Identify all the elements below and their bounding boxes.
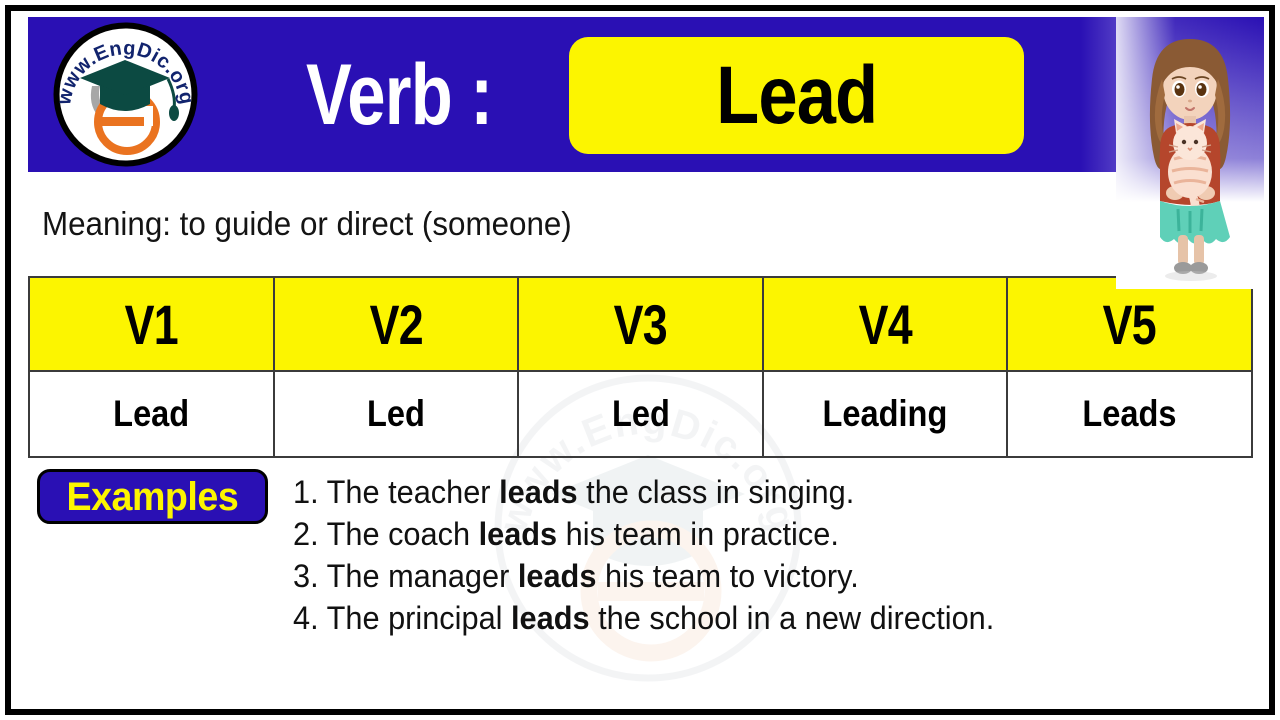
verb-form-v2: Led: [272, 370, 520, 458]
example-number: 3.: [293, 558, 319, 595]
column-header-v2: V2: [272, 276, 520, 372]
example-text-before: The principal: [318, 600, 512, 637]
verb-form-v4: Leading: [761, 370, 1009, 458]
table-row: Lead Led Led Leading Leads: [28, 370, 1253, 458]
example-item: 3. The manager leads his team to victory…: [293, 555, 1225, 597]
example-keyword: leads: [478, 516, 558, 553]
example-text-before: The teacher: [318, 474, 500, 510]
verb-word: Lead: [715, 49, 878, 141]
table-header-row: V1 V2 V3 V4 V5: [28, 276, 1253, 372]
example-text-before: The manager: [318, 558, 518, 595]
column-header-v5: V5: [1006, 276, 1253, 372]
example-text-after: his team to victory.: [596, 558, 859, 595]
example-item: 1. The teacher leads the class in singin…: [293, 471, 1225, 513]
example-number: 2.: [293, 516, 319, 553]
engdic-logo[interactable]: www.EngDic.org: [48, 18, 203, 171]
example-keyword: leads: [517, 558, 597, 595]
example-number: 1.: [293, 474, 319, 510]
column-header-v3: V3: [517, 276, 764, 372]
example-text-after: his team in practice.: [557, 516, 839, 553]
poster-frame: www.EngDic.org Verb: Lead Meaning: to g…: [5, 5, 1275, 715]
meaning-text: Meaning: to guide or direct (someone): [42, 205, 572, 242]
verb-word-box: Lead: [569, 37, 1024, 154]
verb-form-v3: Led: [517, 370, 764, 458]
example-item: 2. The coach leads his team in practice.: [293, 513, 1225, 555]
header-band-fade: [1043, 17, 1253, 172]
page-root: www.EngDic.org Verb: Lead Meaning: to g…: [0, 0, 1280, 720]
header-band: www.EngDic.org Verb: Lead: [28, 17, 1253, 172]
example-text-before: The coach: [318, 516, 479, 553]
meaning-row: Meaning: to guide or direct (someone): [28, 172, 1264, 276]
example-keyword: leads: [499, 474, 578, 510]
example-item: 4. The principal leads the school in a n…: [293, 597, 1225, 639]
examples-section: Examples 1. The teacher leads the class …: [28, 458, 1264, 639]
examples-badge: Examples: [37, 469, 268, 524]
verb-form-v5: Leads: [1006, 370, 1253, 458]
poster-inner: www.EngDic.org Verb: Lead Meaning: to g…: [11, 11, 1269, 709]
examples-list: 1. The teacher leads the class in singin…: [268, 469, 1264, 639]
example-text-after: the class in singing.: [577, 474, 855, 510]
verb-form-v1: Lead: [28, 370, 275, 458]
examples-badge-label: Examples: [66, 474, 239, 519]
example-keyword: leads: [511, 600, 590, 637]
example-number: 4.: [293, 600, 319, 637]
example-text-after: the school in a new direction.: [589, 600, 995, 637]
column-header-v4: V4: [761, 276, 1009, 372]
verb-forms-table: V1 V2 V3 V4 V5 Lead Led Led Leading Lead…: [28, 276, 1253, 458]
column-header-v1: V1: [28, 276, 275, 372]
verb-label: Verb :: [306, 46, 493, 143]
